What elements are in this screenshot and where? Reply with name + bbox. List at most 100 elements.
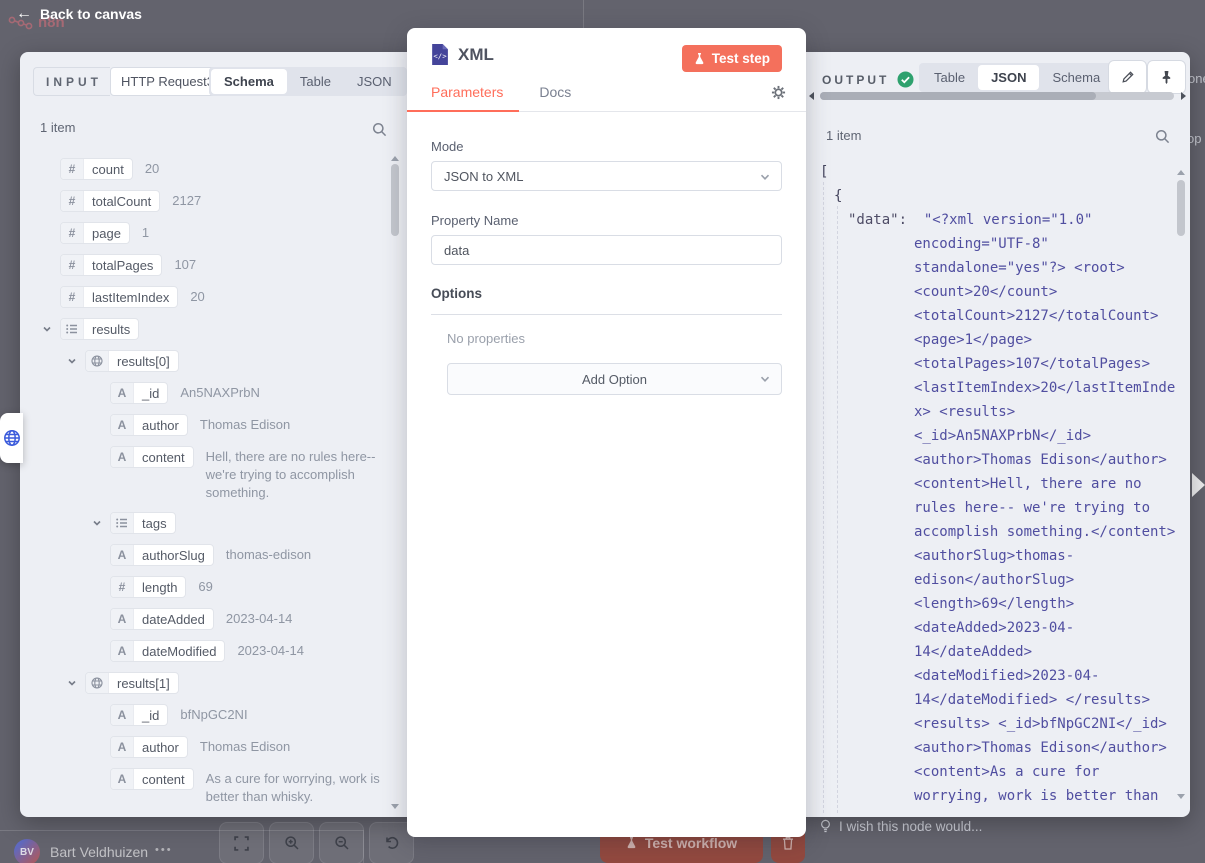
schema-row-length[interactable]: #length69: [20, 576, 388, 598]
input-scrollbar[interactable]: [391, 164, 399, 801]
schema-row-author[interactable]: AauthorThomas Edison: [20, 736, 388, 758]
schema-row-_id[interactable]: A_id bfNpGC2NI: [20, 704, 388, 726]
edit-output-button[interactable]: [1108, 60, 1147, 94]
back-to-canvas-button[interactable]: ← Back to canvas: [16, 6, 142, 22]
schema-key-pill[interactable]: A_id: [110, 382, 168, 404]
fit-view-button[interactable]: [219, 822, 264, 863]
user-menu-button[interactable]: •••: [155, 844, 173, 856]
mode-select[interactable]: JSON to XML: [431, 161, 782, 191]
schema-key-label: _id: [134, 705, 167, 725]
schema-row-tags[interactable]: tags: [20, 512, 388, 534]
json-line: <author>Thomas Edison</author>: [806, 736, 1180, 760]
schema-key-pill[interactable]: results[1]: [85, 672, 179, 694]
input-tab-table[interactable]: Table: [287, 69, 344, 94]
scroll-up-arrow[interactable]: [1177, 170, 1185, 175]
pin-data-button[interactable]: [1147, 60, 1186, 94]
schema-key-pill[interactable]: Aauthor: [110, 736, 188, 758]
schema-key-pill[interactable]: AdateModified: [110, 640, 225, 662]
node-title: XML: [458, 45, 494, 65]
schema-key-pill[interactable]: #lastItemIndex: [60, 286, 178, 308]
hscroll-left-arrow[interactable]: [809, 92, 814, 100]
input-search-icon[interactable]: [372, 122, 387, 142]
collapse-chevron-icon[interactable]: [67, 350, 85, 366]
node-settings-gear-icon[interactable]: [771, 85, 786, 105]
pencil-icon: [1121, 70, 1135, 84]
schema-row-totalPages[interactable]: #totalPages107: [20, 254, 388, 276]
hscroll-right-arrow[interactable]: [1181, 92, 1186, 100]
input-tab-json[interactable]: JSON: [344, 69, 405, 94]
collapse-chevron-icon[interactable]: [42, 318, 60, 334]
output-search-icon[interactable]: [1155, 129, 1170, 149]
schema-row-totalCount[interactable]: #totalCount 2127: [20, 190, 388, 212]
lightbulb-icon: [820, 819, 831, 834]
scroll-down-arrow[interactable]: [1177, 794, 1185, 799]
output-hscrollbar[interactable]: [820, 92, 1174, 100]
json-line: <dateModified>2023-04-: [806, 664, 1180, 688]
number-type-icon: #: [61, 287, 84, 307]
schema-row-content[interactable]: AcontentAs a cure for worrying, work is …: [20, 768, 388, 806]
output-panel: OUTPUT TableJSONSchema 1 item: [806, 52, 1190, 817]
schema-key-pill[interactable]: AdateAdded: [110, 608, 214, 630]
json-line: "data": "<?xml version="1.0": [806, 208, 1180, 232]
schema-key-pill[interactable]: Acontent: [110, 446, 194, 468]
output-tab-table[interactable]: Table: [921, 65, 978, 90]
schema-row-dateModified[interactable]: AdateModified2023-04-14: [20, 640, 388, 662]
test-step-button[interactable]: Test step: [682, 45, 782, 72]
active-tab-underline: [407, 110, 519, 112]
schema-key-pill[interactable]: results[0]: [85, 350, 179, 372]
schema-key-label: content: [134, 769, 193, 789]
schema-row-dateAdded[interactable]: AdateAdded2023-04-14: [20, 608, 388, 630]
add-option-button[interactable]: Add Option: [447, 363, 782, 395]
string-type-icon: A: [111, 383, 134, 403]
schema-key-pill[interactable]: #length: [110, 576, 186, 598]
scroll-up-arrow[interactable]: [391, 156, 399, 161]
scroll-down-arrow[interactable]: [391, 804, 399, 809]
schema-row-author[interactable]: AauthorThomas Edison: [20, 414, 388, 436]
zoom-out-button[interactable]: [319, 822, 364, 863]
next-node-arrow-icon[interactable]: [1192, 473, 1205, 497]
modal-tab-docs[interactable]: Docs: [539, 84, 571, 114]
zoom-out-icon: [334, 835, 350, 851]
schema-key-pill[interactable]: AauthorSlug: [110, 544, 214, 566]
schema-row-lastItemIndex[interactable]: #lastItemIndex20: [20, 286, 388, 308]
connected-node-tab[interactable]: [0, 413, 23, 463]
schema-row-results-1-[interactable]: results[1]: [20, 672, 388, 694]
schema-key-pill[interactable]: results: [60, 318, 139, 340]
zoom-in-button[interactable]: [269, 822, 314, 863]
schema-key-pill[interactable]: #totalPages: [60, 254, 162, 276]
schema-row-count[interactable]: #count20: [20, 158, 388, 180]
schema-value: 2127: [172, 190, 201, 210]
schema-row-_id[interactable]: A_idAn5NAXPrbN: [20, 382, 388, 404]
collapse-chevron-icon[interactable]: [92, 512, 110, 528]
output-tab-json[interactable]: JSON: [978, 65, 1039, 90]
output-scrollbar[interactable]: [1177, 178, 1185, 791]
schema-key-pill[interactable]: A_id: [110, 704, 168, 726]
node-feedback-link[interactable]: I wish this node would...: [820, 819, 982, 834]
schema-key-label: _id: [134, 383, 167, 403]
property-name-input[interactable]: data: [431, 235, 782, 265]
schema-row-results[interactable]: results: [20, 318, 388, 340]
schema-key-pill[interactable]: Acontent: [110, 768, 194, 790]
json-line: edison</authorSlug>: [806, 568, 1180, 592]
schema-row-authorSlug[interactable]: AauthorSlugthomas-edison: [20, 544, 388, 566]
mode-select-value: JSON to XML: [444, 169, 523, 184]
json-line: <authorSlug>thomas-: [806, 544, 1180, 568]
array-type-icon: [111, 513, 134, 533]
input-tab-schema[interactable]: Schema: [211, 69, 287, 94]
schema-key-pill[interactable]: #totalCount: [60, 190, 160, 212]
schema-row-page[interactable]: #page1: [20, 222, 388, 244]
collapse-chevron-icon[interactable]: [67, 672, 85, 688]
avatar[interactable]: BV: [14, 839, 40, 863]
schema-key-pill[interactable]: tags: [110, 512, 176, 534]
schema-row-results-0-[interactable]: results[0]: [20, 350, 388, 372]
schema-value: bfNpGC2NI: [180, 704, 247, 724]
output-tab-schema[interactable]: Schema: [1039, 65, 1113, 90]
input-source-node-button[interactable]: HTTP Request3: [110, 67, 225, 96]
schema-row-content[interactable]: AcontentHell, there are no rules here-- …: [20, 446, 388, 502]
xml-node-icon: </>: [431, 44, 448, 65]
flask-icon: [626, 836, 637, 849]
schema-key-pill[interactable]: #page: [60, 222, 130, 244]
schema-key-pill[interactable]: Aauthor: [110, 414, 188, 436]
schema-key-pill[interactable]: #count: [60, 158, 133, 180]
json-line: standalone="yes"?> <root>: [806, 256, 1180, 280]
